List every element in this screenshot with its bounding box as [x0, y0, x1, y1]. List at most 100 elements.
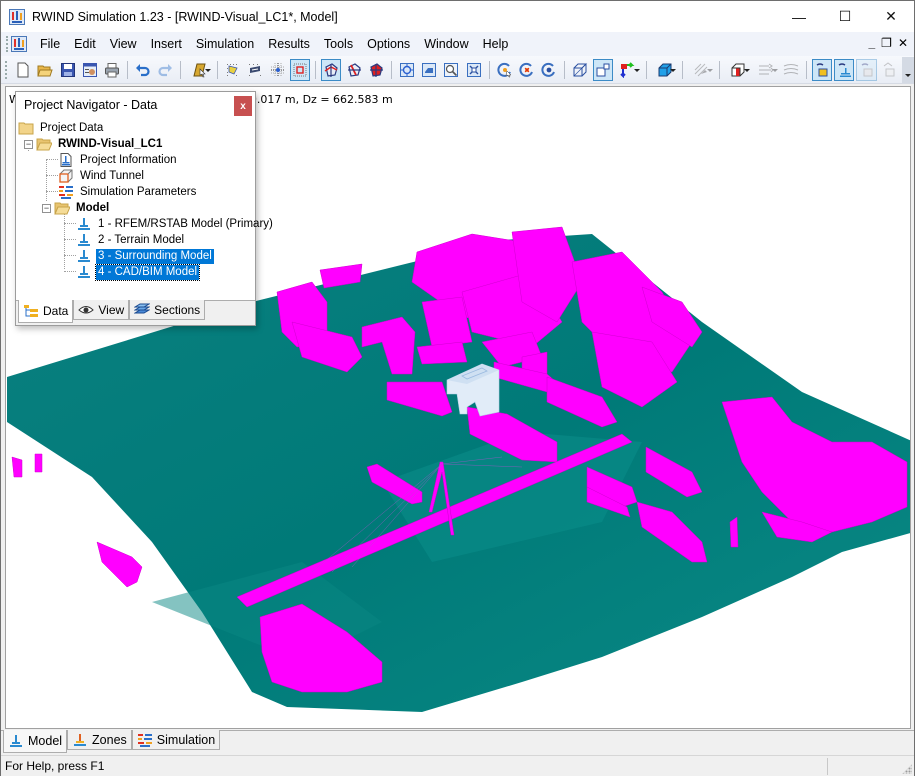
zoom-fit-button[interactable]: [464, 59, 484, 81]
rotate-view-alt-button[interactable]: [343, 59, 363, 81]
zoom-window-button[interactable]: [441, 59, 461, 81]
zones-icon: [74, 733, 87, 746]
menu-edit[interactable]: Edit: [67, 32, 103, 56]
grid-snap-button[interactable]: [268, 59, 288, 81]
new-button[interactable]: [13, 59, 33, 81]
hatching-dropdown-button[interactable]: [688, 59, 714, 81]
maximize-button[interactable]: ☐: [822, 1, 868, 32]
menu-file[interactable]: File: [33, 32, 67, 56]
rotate-select-button[interactable]: [495, 59, 515, 81]
menu-insert[interactable]: Insert: [144, 32, 189, 56]
flow-field-button[interactable]: [781, 59, 801, 81]
zoom-all-button[interactable]: [397, 59, 417, 81]
show-model-button[interactable]: [834, 58, 855, 81]
tree-node-simulation-parameters[interactable]: Simulation Parameters: [58, 184, 198, 200]
section-box-dropdown-button[interactable]: [725, 59, 751, 81]
tree-node-model-1[interactable]: 1 - RFEM/RSTAB Model (Primary): [76, 216, 275, 232]
rotate-view-button[interactable]: [321, 58, 342, 81]
toolbar-overflow-button[interactable]: [902, 56, 915, 83]
tree-line: [46, 159, 47, 201]
show-surroundings-button[interactable]: [811, 58, 833, 81]
navigator-tab-sections[interactable]: Sections: [129, 300, 206, 320]
tab-simulation[interactable]: Simulation: [131, 730, 221, 750]
main-toolbar: [1, 56, 915, 84]
menu-help[interactable]: Help: [476, 32, 516, 56]
mesh-display-icon: [227, 63, 238, 76]
perspective-button[interactable]: [592, 58, 613, 81]
tab-label: Data: [43, 304, 69, 318]
resize-grip[interactable]: [902, 764, 912, 774]
render-display-button[interactable]: [245, 59, 265, 81]
report-button[interactable]: [80, 59, 100, 81]
menu-options[interactable]: Options: [360, 32, 417, 56]
select-dropdown-icon: [193, 63, 207, 77]
report-icon: [82, 62, 97, 77]
rotate-view-alt-icon: [347, 62, 361, 77]
show-other-button[interactable]: [879, 59, 899, 81]
tab-label: Model: [28, 734, 63, 748]
rotate-select-icon: [497, 62, 512, 77]
mdi-restore-button[interactable]: ❐: [881, 36, 892, 50]
maximize-icon: ☐: [838, 8, 852, 24]
mesh-display-button[interactable]: [223, 59, 243, 81]
minimize-icon: —: [792, 8, 806, 25]
axes-dropdown-button[interactable]: [615, 59, 641, 81]
redo-button[interactable]: [155, 59, 175, 81]
show-model-icon: [838, 62, 852, 77]
rotate-center-button[interactable]: [517, 59, 537, 81]
undo-button[interactable]: [133, 59, 153, 81]
tab-zones[interactable]: Zones: [67, 730, 132, 750]
tree-node-model-4[interactable]: 4 - CAD/BIM Model: [76, 263, 201, 281]
collapse-toggle[interactable]: −: [42, 204, 51, 213]
navigator-tab-data[interactable]: Data: [18, 300, 74, 323]
solid-box-dropdown-button[interactable]: [652, 59, 678, 81]
zoom-window-icon: [444, 62, 459, 77]
menu-tools[interactable]: Tools: [317, 32, 360, 56]
mdi-minimize-button[interactable]: _: [868, 36, 875, 50]
menubar-grip[interactable]: [6, 36, 9, 52]
print-icon: [104, 62, 119, 77]
tree-node-model-2[interactable]: 2 - Terrain Model: [76, 232, 186, 248]
select-dropdown-button[interactable]: [186, 59, 212, 81]
tab-label: View: [98, 302, 125, 317]
rotate-view-red-button[interactable]: [366, 59, 386, 81]
toolbar-grip[interactable]: [5, 60, 8, 79]
menu-view[interactable]: View: [103, 32, 144, 56]
tree-node-model-3[interactable]: 3 - Surrounding Model: [76, 248, 214, 264]
document-system-menu-icon[interactable]: [11, 36, 27, 52]
tab-model[interactable]: Model: [3, 730, 68, 753]
save-button[interactable]: [57, 59, 77, 81]
tree-node-project-information[interactable]: Project Information: [58, 152, 179, 168]
tree-line: [46, 191, 58, 192]
show-zones-button[interactable]: [856, 58, 877, 81]
solid-box-dropdown-icon: [658, 63, 672, 76]
menu-window[interactable]: Window: [417, 32, 475, 56]
flow-field-icon: [783, 63, 798, 74]
rotate-view-icon: [324, 62, 338, 77]
print-button[interactable]: [102, 59, 122, 81]
previous-view-button[interactable]: [419, 59, 439, 81]
mdi-close-button[interactable]: ✕: [898, 36, 908, 50]
tree-node-model-folder[interactable]: Model: [54, 200, 111, 216]
collapse-toggle[interactable]: −: [24, 140, 33, 149]
tree-node-project-data[interactable]: Project Data: [18, 120, 105, 136]
toolbar-separator: [390, 60, 392, 79]
menu-simulation[interactable]: Simulation: [189, 32, 261, 56]
navigator-close-button[interactable]: x: [234, 96, 252, 116]
simulation-icon: [137, 733, 152, 747]
frame-select-button[interactable]: [289, 58, 311, 81]
navigator-title: Project Navigator - Data: [24, 98, 158, 112]
undo-icon: [136, 63, 150, 76]
menu-results[interactable]: Results: [261, 32, 317, 56]
minimize-button[interactable]: —: [776, 1, 822, 32]
close-button[interactable]: ✕: [868, 1, 914, 32]
navigator-tab-view[interactable]: View: [73, 300, 130, 320]
open-button[interactable]: [35, 59, 55, 81]
rotate-reset-button[interactable]: [539, 59, 559, 81]
wireframe-button[interactable]: [570, 59, 590, 81]
rotate-center-icon: [519, 62, 534, 77]
tree-node-label: Simulation Parameters: [80, 185, 197, 198]
tree-node-project[interactable]: RWIND-Visual_LC1: [36, 136, 164, 152]
tree-node-wind-tunnel[interactable]: Wind Tunnel: [58, 168, 146, 184]
streamlines-dropdown-button[interactable]: [753, 59, 779, 81]
